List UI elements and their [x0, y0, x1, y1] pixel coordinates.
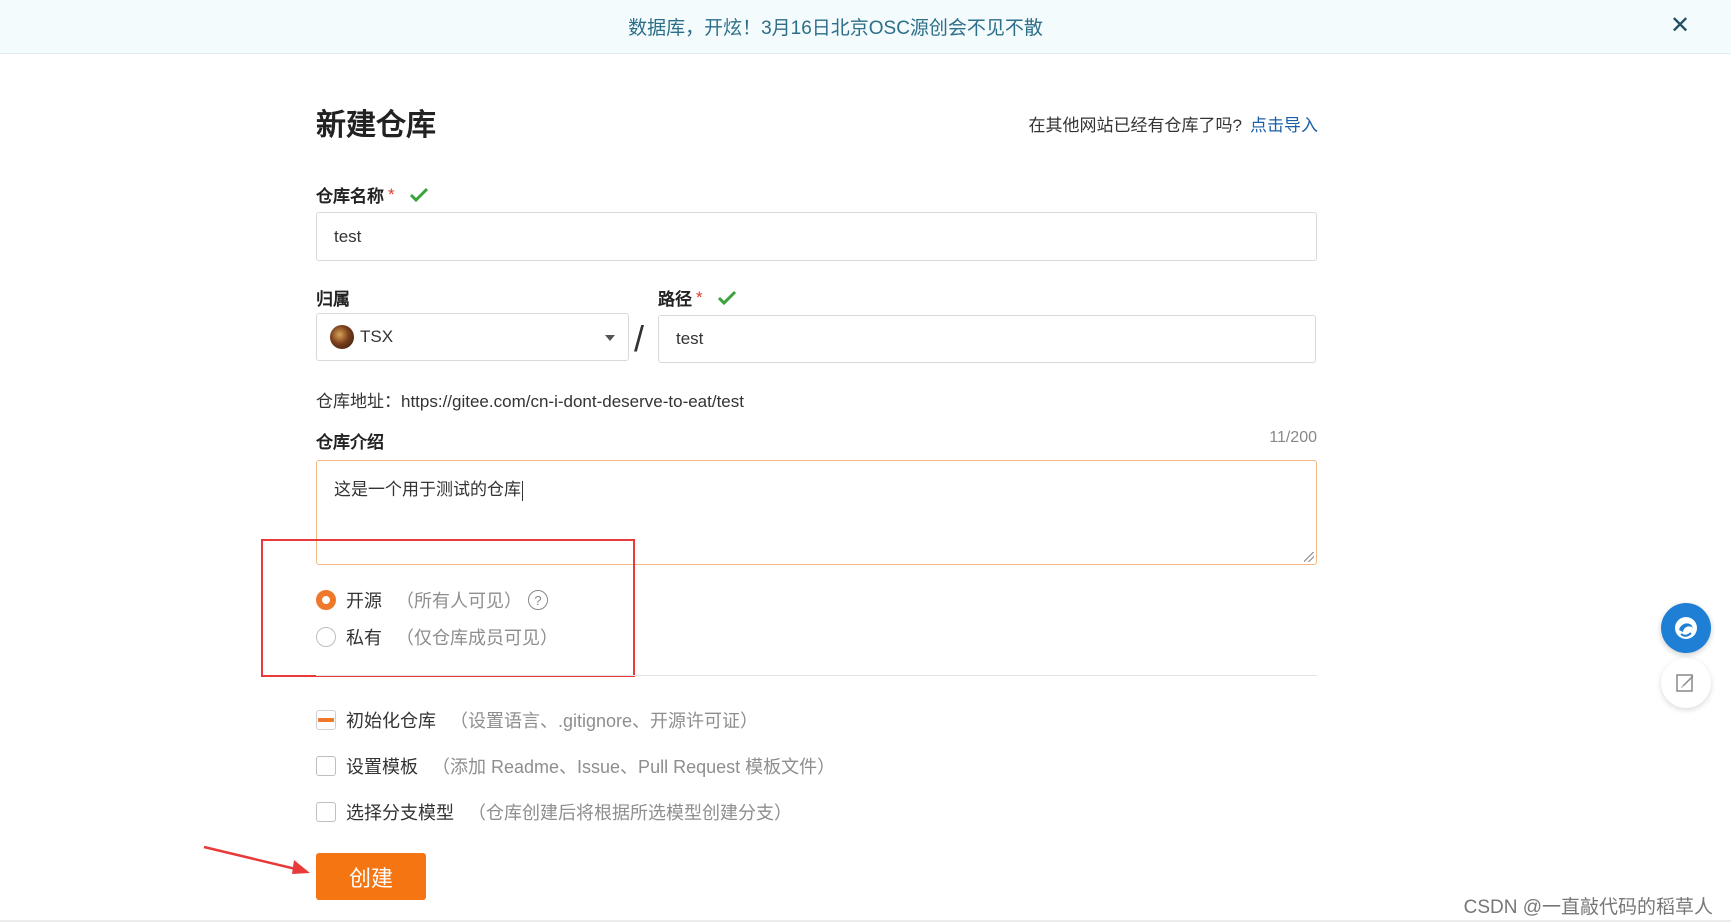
char-counter: 11/200 — [1269, 429, 1317, 446]
create-button[interactable]: 创建 — [316, 853, 426, 900]
option-template[interactable]: 设置模板 （添加 Readme、Issue、Pull Request 模板文件） — [316, 753, 835, 779]
repo-name-input[interactable]: test — [316, 212, 1317, 261]
owner-label: 归属 — [316, 285, 350, 310]
watermark: CSDN @一直敲代码的稻草人 — [1463, 897, 1713, 918]
option-init-hint: （设置语言、.gitignore、开源许可证） — [450, 711, 759, 731]
import-hint: 在其他网站已经有仓库了吗? 点击导入 — [1029, 111, 1318, 136]
checkbox-template[interactable] — [316, 756, 336, 776]
divider — [316, 675, 1317, 676]
required-mark: * — [696, 287, 703, 307]
owner-select[interactable]: TSX — [316, 313, 629, 361]
path-separator: / — [634, 318, 645, 359]
assistant-glyph-icon — [1675, 617, 1697, 639]
checkbox-init-repo[interactable] — [316, 710, 336, 730]
description-label-text: 仓库介绍 — [316, 433, 384, 452]
arrow-annotation-icon — [203, 845, 310, 874]
option-init-repo[interactable]: 初始化仓库 （设置语言、.gitignore、开源许可证） — [316, 707, 758, 733]
option-init-label: 初始化仓库 — [346, 711, 436, 731]
required-mark: * — [388, 184, 395, 204]
banner-text[interactable]: 数据库，开炫！3月16日北京OSC源创会不见不散 — [628, 13, 1043, 40]
check-icon — [409, 187, 428, 202]
avatar — [330, 325, 354, 349]
text-cursor — [522, 480, 523, 501]
resize-handle[interactable] — [1304, 552, 1314, 562]
owner-value: TSX — [360, 327, 394, 346]
announcement-banner: 数据库，开炫！3月16日北京OSC源创会不见不散 ✕ — [0, 0, 1731, 54]
repo-name-label-text: 仓库名称 — [316, 187, 384, 206]
assistant-icon[interactable] — [1661, 603, 1711, 653]
description-text: 这是一个用于测试的仓库 — [334, 480, 521, 499]
option-branch-label: 选择分支模型 — [346, 803, 454, 823]
import-link[interactable]: 点击导入 — [1250, 116, 1318, 135]
feedback-icon[interactable] — [1661, 658, 1711, 708]
path-label: 路径 * — [658, 285, 737, 310]
path-input[interactable]: test — [658, 315, 1316, 363]
repo-address: 仓库地址：https://gitee.com/cn-i-dont-deserve… — [316, 392, 744, 411]
path-label-text: 路径 — [658, 290, 692, 309]
option-branch-hint: （仓库创建后将根据所选模型创建分支） — [468, 803, 792, 823]
caret-down-icon — [605, 335, 615, 341]
owner-label-text: 归属 — [316, 290, 350, 309]
page-title: 新建仓库 — [316, 109, 436, 142]
annotation-box — [261, 539, 635, 677]
option-template-label: 设置模板 — [346, 757, 418, 777]
edit-glyph-icon — [1676, 674, 1694, 692]
description-label: 仓库介绍 — [316, 428, 384, 453]
repo-name-label: 仓库名称 * — [316, 182, 429, 207]
option-template-hint: （添加 Readme、Issue、Pull Request 模板文件） — [432, 757, 836, 777]
check-icon — [717, 290, 736, 305]
checkbox-branch-model[interactable] — [316, 802, 336, 822]
option-branch-model[interactable]: 选择分支模型 （仓库创建后将根据所选模型创建分支） — [316, 799, 792, 825]
close-icon[interactable]: ✕ — [1667, 13, 1693, 39]
bottom-rule — [0, 920, 1731, 922]
import-prompt: 在其他网站已经有仓库了吗? — [1028, 116, 1242, 135]
